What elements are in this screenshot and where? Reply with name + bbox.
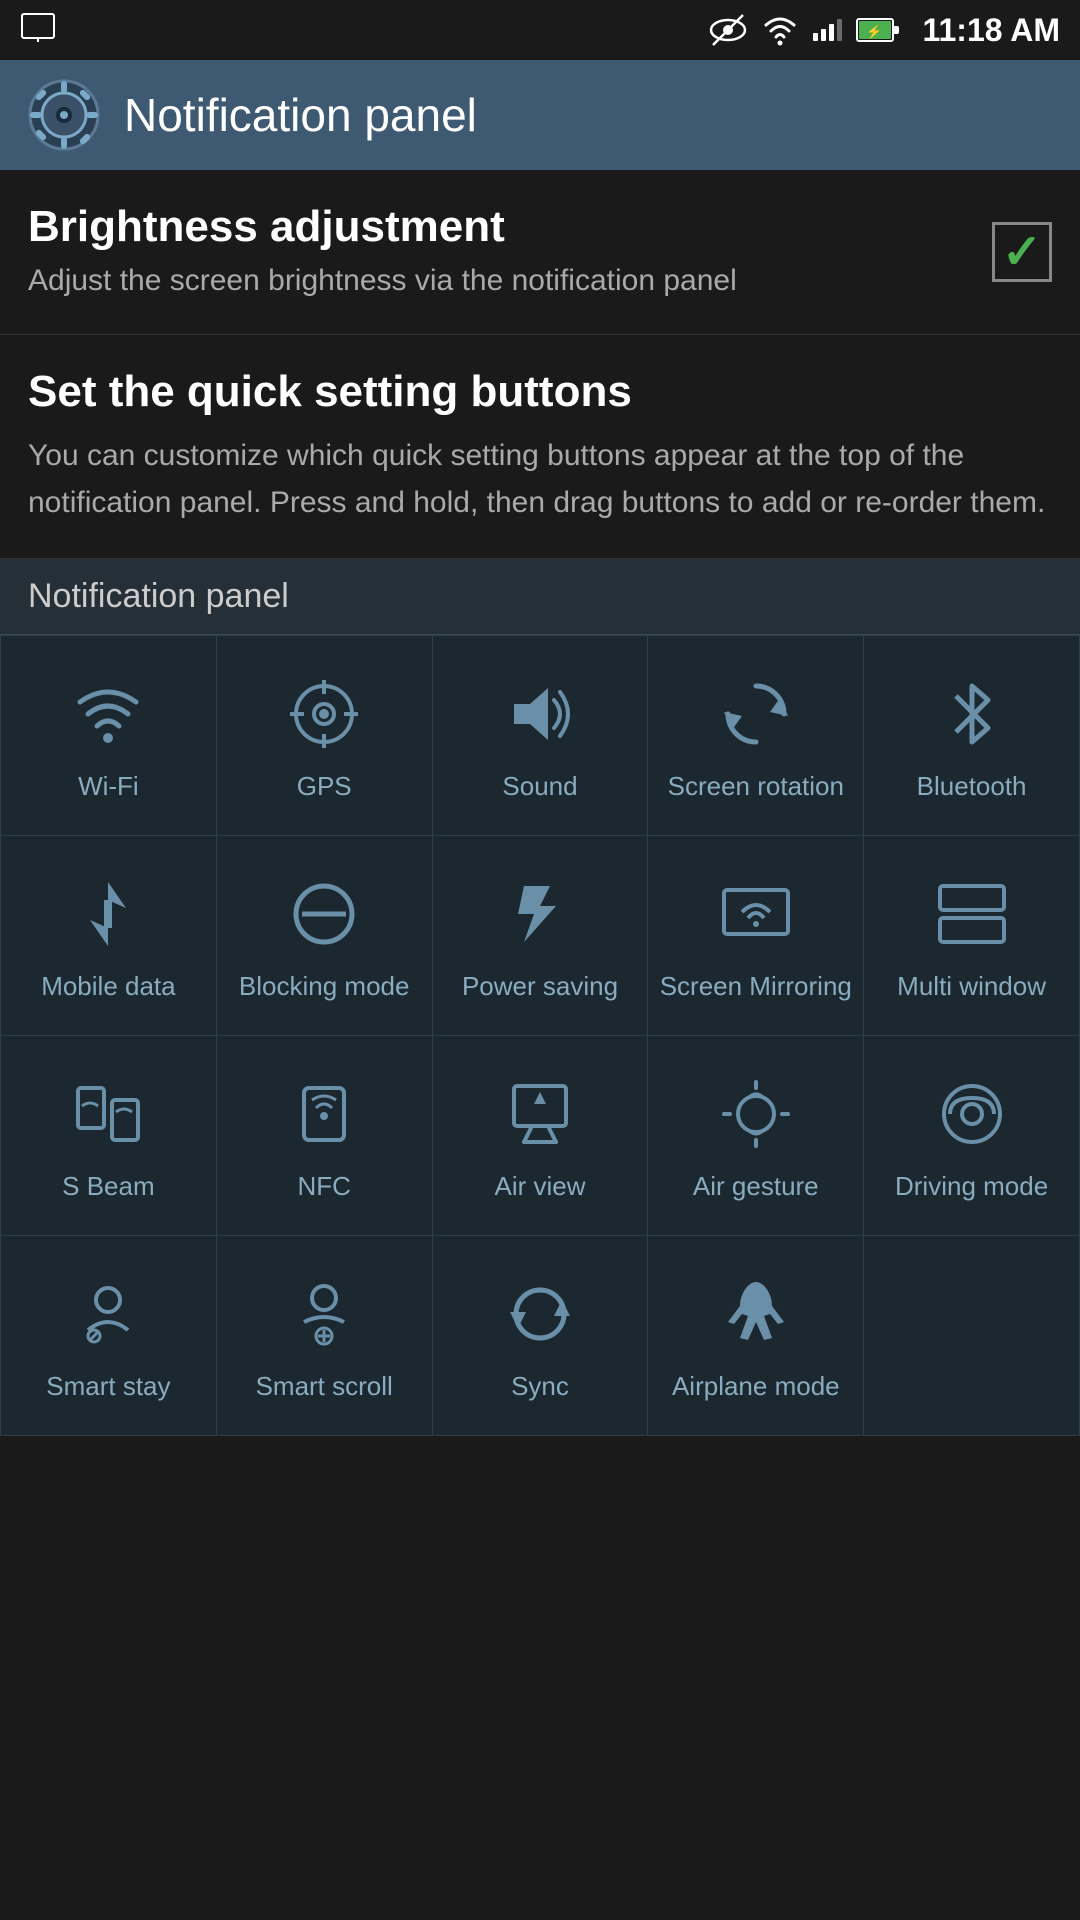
bluetooth-icon	[932, 674, 1012, 754]
gps-icon	[284, 674, 364, 754]
smart-stay-label: Smart stay	[46, 1370, 170, 1404]
brightness-text: Brightness adjustment Adjust the screen …	[28, 202, 972, 302]
power-saving-icon	[500, 874, 580, 954]
screen-rotation-icon	[716, 674, 796, 754]
screen-mirroring-icon	[716, 874, 796, 954]
svg-text:⚡: ⚡	[866, 24, 882, 40]
s-beam-label: S Beam	[62, 1170, 155, 1204]
airplane-mode-icon	[716, 1274, 796, 1354]
grid-item-air-view[interactable]: Air view	[433, 1036, 649, 1236]
grid-item-multi-window[interactable]: Multi window	[864, 836, 1080, 1036]
grid-item-mobile-data[interactable]: Mobile data	[1, 836, 217, 1036]
grid-item-smart-stay[interactable]: Smart stay	[1, 1236, 217, 1436]
air-view-icon	[500, 1074, 580, 1154]
driving-mode-label: Driving mode	[895, 1170, 1048, 1204]
quick-settings-section: Set the quick setting buttons You can cu…	[0, 335, 1080, 559]
wifi-icon	[68, 674, 148, 754]
wifi-label: Wi-Fi	[78, 770, 139, 804]
grid-item-blocking-mode[interactable]: Blocking mode	[217, 836, 433, 1036]
mobile-data-label: Mobile data	[41, 970, 175, 1004]
blocking-mode-icon	[284, 874, 364, 954]
bluetooth-label: Bluetooth	[917, 770, 1027, 804]
wifi-status-icon	[761, 11, 799, 49]
air-view-label: Air view	[494, 1170, 585, 1204]
blocking-mode-label: Blocking mode	[239, 970, 410, 1004]
checkmark-icon: ✓	[1002, 224, 1042, 280]
battery-icon: ⚡	[856, 16, 900, 44]
power-saving-label: Power saving	[462, 970, 618, 1004]
driving-mode-icon	[932, 1074, 1012, 1154]
air-gesture-label: Air gesture	[693, 1170, 819, 1204]
signal-icon	[813, 19, 842, 41]
s-beam-icon	[68, 1074, 148, 1154]
grid-item-wifi[interactable]: Wi-Fi	[1, 636, 217, 836]
header: Notification panel	[0, 60, 1080, 170]
grid-item-air-gesture[interactable]: Air gesture	[648, 1036, 864, 1236]
status-left-icons	[20, 10, 56, 51]
multi-window-label: Multi window	[897, 970, 1046, 1004]
smart-stay-icon	[68, 1274, 148, 1354]
screen-mirroring-label: Screen Mirroring	[660, 970, 852, 1004]
grid-item-airplane-mode[interactable]: Airplane mode	[648, 1236, 864, 1436]
grid-item-sound[interactable]: Sound	[433, 636, 649, 836]
status-bar: ⚡ 11:18 AM	[0, 0, 1080, 60]
status-time: 11:18 AM	[922, 12, 1060, 49]
grid-item-sync[interactable]: Sync	[433, 1236, 649, 1436]
gps-label: GPS	[297, 770, 352, 804]
sound-icon	[500, 674, 580, 754]
grid-item-s-beam[interactable]: S Beam	[1, 1036, 217, 1236]
grid-item-empty	[864, 1236, 1080, 1436]
grid-item-screen-rotation[interactable]: Screen rotation	[648, 636, 864, 836]
smart-scroll-label: Smart scroll	[256, 1370, 393, 1404]
screen-rotation-label: Screen rotation	[668, 770, 844, 804]
brightness-title: Brightness adjustment	[28, 202, 972, 252]
quick-settings-description: You can customize which quick setting bu…	[28, 433, 1052, 526]
page-title: Notification panel	[124, 88, 477, 142]
grid-item-smart-scroll[interactable]: Smart scroll	[217, 1236, 433, 1436]
grid-item-power-saving[interactable]: Power saving	[433, 836, 649, 1036]
sync-label: Sync	[511, 1370, 569, 1404]
nfc-label: NFC	[297, 1170, 350, 1204]
mobile-data-icon	[68, 874, 148, 954]
grid-item-bluetooth[interactable]: Bluetooth	[864, 636, 1080, 836]
sound-label: Sound	[502, 770, 577, 804]
multi-window-icon	[932, 874, 1012, 954]
settings-gear-icon	[28, 79, 100, 151]
brightness-section[interactable]: Brightness adjustment Adjust the screen …	[0, 170, 1080, 335]
grid-item-screen-mirroring[interactable]: Screen Mirroring	[648, 836, 864, 1036]
eye-icon	[709, 11, 747, 49]
air-gesture-icon	[716, 1074, 796, 1154]
airplane-mode-label: Airplane mode	[672, 1370, 840, 1404]
buttons-grid: Wi-Fi GPS Sound Screen rotation Bluetoot…	[0, 635, 1080, 1436]
brightness-description: Adjust the screen brightness via the not…	[28, 260, 972, 302]
sync-icon	[500, 1274, 580, 1354]
grid-item-nfc[interactable]: NFC	[217, 1036, 433, 1236]
smart-scroll-icon	[284, 1274, 364, 1354]
quick-settings-title: Set the quick setting buttons	[28, 367, 1052, 417]
brightness-checkbox[interactable]: ✓	[992, 222, 1052, 282]
grid-item-driving-mode[interactable]: Driving mode	[864, 1036, 1080, 1236]
grid-item-gps[interactable]: GPS	[217, 636, 433, 836]
nfc-icon	[284, 1074, 364, 1154]
panel-label: Notification panel	[0, 559, 1080, 635]
